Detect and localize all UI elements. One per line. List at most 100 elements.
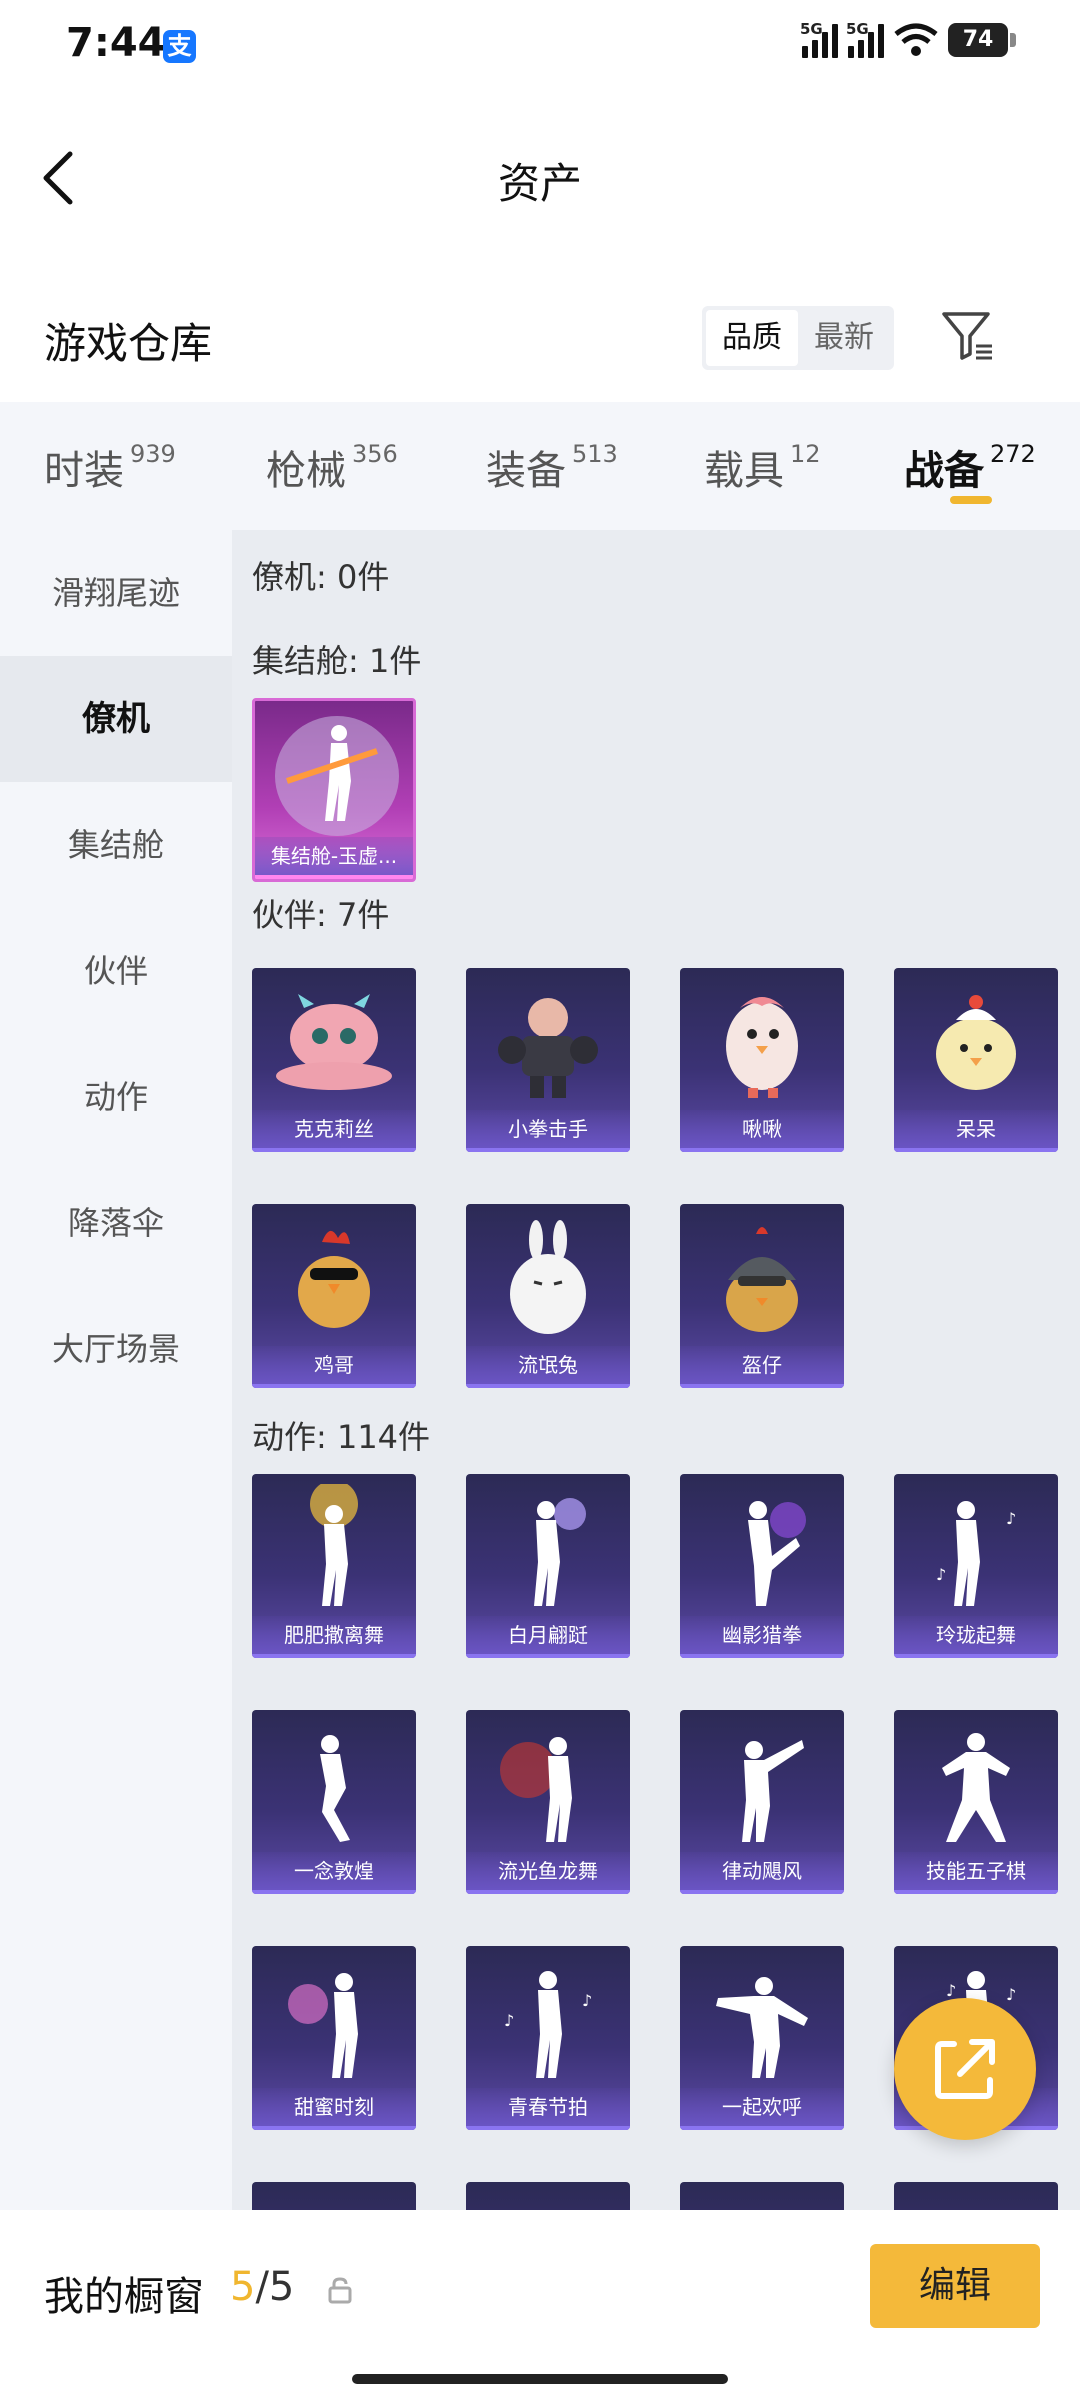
item-card[interactable]: 小拳击手 [466,968,630,1152]
item-card[interactable] [252,2182,416,2210]
dance-pose-icon [320,1735,350,1842]
sidebar-item-parachute[interactable]: 降落伞 [0,1160,232,1286]
pink-bird-icon [726,997,798,1098]
chick-icon [936,995,1016,1090]
sort-toggle: 品质 最新 [702,306,894,370]
item-card[interactable]: 流氓兔 [466,1204,630,1388]
dance-pose-icon [716,1977,808,2078]
tab-equipment[interactable]: 装备 513 [486,438,618,496]
battery-icon: 74 [948,23,1016,57]
dance-pose-icon [500,1737,572,1842]
sort-option-quality[interactable]: 品质 [706,310,798,366]
external-link-icon [935,2039,995,2099]
rooster-icon [298,1230,370,1328]
item-name: 流氓兔 [466,1346,630,1388]
sort-option-newest[interactable]: 最新 [798,310,890,366]
share-fab-button[interactable] [894,1998,1036,2140]
item-name: 玲珑起舞 [894,1616,1058,1658]
item-card[interactable]: 幽影猎拳 [680,1474,844,1658]
sidebar-item-lobby-scene[interactable]: 大厅场景 [0,1286,232,1412]
section-title-capsule: 集结舱: 1件 [252,642,422,680]
showcase-bar: 我的橱窗 5/5 编辑 [0,2210,1080,2400]
item-card[interactable]: 技能五子棋 [894,1710,1058,1894]
showcase-title: 我的橱窗 [44,2274,204,2320]
item-card[interactable]: 啾啾 [680,968,844,1152]
capsule-art-icon [275,716,399,836]
alipay-icon: 支 [163,30,196,63]
item-card[interactable] [466,2182,630,2210]
item-name: 一念敦煌 [252,1852,416,1894]
item-card[interactable] [680,2182,844,2210]
status-icons: 5G 5G 74 [800,20,1016,58]
item-card[interactable]: ♪ ♪ 青春节拍 [466,1946,630,2130]
dance-pose-icon [742,1740,804,1842]
item-name: 一起欢呼 [680,2088,844,2130]
dance-pose-icon: ♪♪ [504,1971,592,2078]
sidebar-item-capsule[interactable]: 集结舱 [0,782,232,908]
item-name: 小拳击手 [466,1110,630,1152]
item-name: 肥肥撒离舞 [252,1616,416,1658]
item-card[interactable]: 流光鱼龙舞 [466,1710,630,1894]
item-name: 呆呆 [894,1110,1058,1152]
tab-combat-prep[interactable]: 战备 272 [904,438,1036,496]
item-card[interactable]: ♪ ♪ 玲珑起舞 [894,1474,1058,1658]
item-card[interactable]: 呆呆 [894,968,1058,1152]
item-card[interactable]: 甜蜜时刻 [252,1946,416,2130]
item-name: 青春节拍 [466,2088,630,2130]
dance-pose-icon [310,1484,358,1606]
category-tabs: 时装 939 枪械 356 装备 513 载具 12 战备 272 [0,402,1080,530]
svg-text:♪: ♪ [504,2011,514,2030]
active-tab-indicator [950,496,992,504]
dance-pose-icon [748,1501,806,1606]
showcase-count: 5/5 [230,2264,295,2310]
sidebar-item-glide-trail[interactable]: 滑翔尾迹 [0,530,232,656]
item-card[interactable]: 盔仔 [680,1204,844,1388]
section-title-wingman: 僚机: 0件 [252,558,390,596]
home-indicator [352,2374,728,2384]
item-name: 盔仔 [680,1346,844,1388]
item-card[interactable]: 鸡哥 [252,1204,416,1388]
warehouse-title: 游戏仓库 [44,319,213,368]
item-card[interactable]: 一念敦煌 [252,1710,416,1894]
sidebar-item-action[interactable]: 动作 [0,1034,232,1160]
item-name: 律动飓风 [680,1852,844,1894]
item-card[interactable]: 肥肥撒离舞 [252,1474,416,1658]
sidebar-item-wingman[interactable]: 僚机 [0,656,232,782]
svg-text:♪: ♪ [936,1565,946,1584]
status-bar: 7:44 支 5G 5G 74 [0,0,1080,90]
item-card[interactable] [894,2182,1058,2210]
item-card[interactable]: 律动飓风 [680,1710,844,1894]
tab-guns[interactable]: 枪械 356 [266,438,398,496]
item-name: 啾啾 [680,1110,844,1152]
item-name: 流光鱼龙舞 [466,1852,630,1894]
wifi-icon [894,23,938,56]
item-name: 白月翩跹 [466,1616,630,1658]
item-card[interactable]: 集结舱-玉虚... [252,698,416,882]
sidebar: 滑翔尾迹 僚机 集结舱 伙伴 动作 降落伞 大厅场景 [0,530,232,2210]
item-name: 甜蜜时刻 [252,2088,416,2130]
octopus-figure-icon [276,994,392,1090]
item-name: 克克莉丝 [252,1110,416,1152]
dance-pose-icon: ♪♪ [936,1501,1016,1606]
tab-vehicles[interactable]: 载具 12 [704,438,821,496]
boxer-robot-icon [498,998,598,1098]
item-card[interactable]: 一起欢呼 [680,1946,844,2130]
item-name: 集结舱-玉虚... [255,837,413,879]
helmet-chick-icon [726,1227,798,1332]
tab-fashion[interactable]: 时装 939 [44,438,176,496]
svg-text:♪: ♪ [582,1991,592,2010]
sidebar-item-partner[interactable]: 伙伴 [0,908,232,1034]
rabbit-icon [510,1220,586,1334]
section-title-action: 动作: 114件 [252,1418,431,1456]
item-card[interactable]: 克克莉丝 [252,968,416,1152]
section-title-partner: 伙伴: 7件 [252,896,390,934]
signal-icon-2: 5G [846,20,884,58]
page-title: 资产 [497,159,582,208]
item-grid: 僚机: 0件 集结舱: 1件 集结舱-玉虚... 伙伴: 7件 克克莉丝 小拳击… [232,530,1080,2210]
edit-button[interactable]: 编辑 [870,2244,1040,2328]
item-name: 幽影猎拳 [680,1616,844,1658]
signal-icon-1: 5G [800,20,838,58]
filter-icon[interactable] [940,308,996,364]
item-card[interactable]: 白月翩跹 [466,1474,630,1658]
status-time: 7:44 [66,20,166,66]
